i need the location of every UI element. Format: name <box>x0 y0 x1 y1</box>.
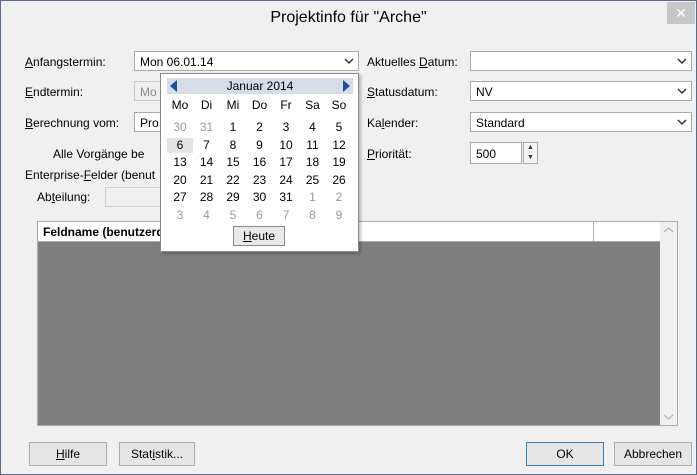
enterprise-fields-label: Enterprise-Felder (benut <box>25 168 156 182</box>
chevron-down-icon <box>677 58 687 65</box>
day-cell[interactable]: 30 <box>167 120 193 135</box>
priority-input[interactable]: 500 <box>470 142 522 164</box>
title-bar: Projektinfo für "Arche" ✕ <box>1 1 696 37</box>
end-date-label: Endtermin: <box>25 85 84 99</box>
day-cell[interactable]: 2 <box>326 190 352 205</box>
spin-up-icon[interactable]: ▲ <box>524 143 537 153</box>
day-cell[interactable]: 7 <box>194 138 220 153</box>
current-date-combo[interactable] <box>470 51 692 71</box>
day-cell[interactable]: 27 <box>167 190 193 205</box>
day-cell[interactable]: 19 <box>326 155 352 170</box>
day-cell[interactable]: 21 <box>194 173 220 188</box>
day-cell[interactable]: 9 <box>326 208 352 223</box>
cancel-button[interactable]: Abbrechen <box>614 442 692 466</box>
day-cell[interactable]: 31 <box>273 190 299 205</box>
day-cell[interactable]: 18 <box>300 155 326 170</box>
day-cell[interactable]: 7 <box>273 208 299 223</box>
chevron-down-icon <box>677 88 687 95</box>
day-cell[interactable]: 10 <box>273 138 299 153</box>
day-cell[interactable]: 22 <box>220 173 246 188</box>
column-divider <box>593 222 594 241</box>
chevron-down-icon <box>344 58 354 65</box>
day-cell[interactable]: 3 <box>167 208 193 223</box>
day-cell[interactable]: 24 <box>273 173 299 188</box>
calendar-value: Standard <box>476 116 525 130</box>
start-date-value: Mon 06.01.14 <box>140 55 214 69</box>
day-cell[interactable]: 5 <box>220 208 246 223</box>
status-date-combo[interactable]: NV <box>470 81 692 101</box>
calc-from-value: Pro <box>140 116 159 130</box>
day-cell[interactable]: 4 <box>300 120 326 135</box>
day-cell[interactable]: 1 <box>220 120 246 135</box>
day-cell[interactable]: 2 <box>247 120 273 135</box>
statistics-button[interactable]: Statistik... <box>119 442 195 466</box>
dialog-window: Projektinfo für "Arche" ✕ Anfangstermin:… <box>0 0 697 475</box>
day-cell[interactable]: 25 <box>300 173 326 188</box>
day-cell[interactable]: 8 <box>220 138 246 153</box>
day-cell[interactable]: 3 <box>273 120 299 135</box>
dialog-title: Projektinfo für "Arche" <box>270 9 427 26</box>
day-cell[interactable]: 23 <box>247 173 273 188</box>
priority-stepper[interactable]: ▲ ▼ <box>523 142 538 164</box>
weekday-label: So <box>331 98 347 112</box>
current-date-label: Aktuelles Datum: <box>367 55 458 69</box>
day-cell[interactable]: 6 <box>247 208 273 223</box>
start-date-label: Anfangstermin: <box>25 55 106 69</box>
status-date-label: Statusdatum: <box>367 85 438 99</box>
all-tasks-text: Alle Vorgänge be <box>53 147 145 161</box>
day-cell[interactable]: 1 <box>300 190 326 205</box>
spin-down-icon[interactable]: ▼ <box>524 153 537 163</box>
department-combo[interactable] <box>105 187 165 207</box>
date-picker-header: Januar 2014 <box>167 78 353 94</box>
scroll-down-icon[interactable] <box>663 413 674 421</box>
day-cell[interactable]: 15 <box>220 155 246 170</box>
ok-button[interactable]: OK <box>526 442 604 466</box>
calendar-label: Kalender: <box>367 116 419 130</box>
day-cell[interactable]: 11 <box>300 138 326 153</box>
weekday-label: Fr <box>280 98 292 112</box>
weekday-label: Mo <box>171 98 189 112</box>
day-cell[interactable]: 20 <box>167 173 193 188</box>
month-label[interactable]: Januar 2014 <box>167 79 353 93</box>
day-cell[interactable]: 4 <box>194 208 220 223</box>
day-cell[interactable]: 5 <box>326 120 352 135</box>
day-cell[interactable]: 12 <box>326 138 352 153</box>
close-button[interactable]: ✕ <box>667 2 695 24</box>
priority-value: 500 <box>476 147 497 161</box>
scroll-up-icon[interactable] <box>663 226 674 234</box>
weekday-label: Sa <box>305 98 320 112</box>
weekday-label: Mi <box>226 98 240 112</box>
help-button[interactable]: Hilfe <box>29 442 107 466</box>
day-cell[interactable]: 28 <box>194 190 220 205</box>
start-date-combo[interactable]: Mon 06.01.14 <box>134 51 359 71</box>
today-button[interactable]: Heute <box>233 226 285 246</box>
day-cell[interactable]: 31 <box>194 120 220 135</box>
chevron-down-icon <box>677 119 687 126</box>
weekday-label: Di <box>200 98 213 112</box>
end-date-value: Mo <box>140 85 157 99</box>
day-cell[interactable]: 30 <box>247 190 273 205</box>
date-picker-popup: Januar 2014 Mo Di Mi Do Fr Sa So 30 31 1 2 3 4 5 6 7 8 9… <box>160 73 359 252</box>
next-month-icon[interactable] <box>339 78 353 94</box>
calc-from-label: Berechnung vom: <box>25 116 120 130</box>
priority-label: Priorität: <box>367 147 412 161</box>
vertical-scrollbar[interactable] <box>660 222 677 425</box>
close-icon: ✕ <box>675 5 687 21</box>
status-date-value: NV <box>476 85 493 99</box>
day-cell[interactable]: 26 <box>326 173 352 188</box>
weekday-header: Mo Di Mi Do Fr Sa So <box>167 98 353 114</box>
day-cell[interactable]: 14 <box>194 155 220 170</box>
grid-col-fieldname[interactable]: Feldname (benutzerd <box>43 225 164 239</box>
day-cell[interactable]: 17 <box>273 155 299 170</box>
weekday-label: Do <box>251 98 268 112</box>
day-cell[interactable]: 16 <box>247 155 273 170</box>
selected-day[interactable]: 6 <box>167 137 193 153</box>
department-label: Abteilung: <box>37 190 91 204</box>
day-cell[interactable]: 13 <box>167 155 193 170</box>
day-cell[interactable]: 9 <box>247 138 273 153</box>
day-cell[interactable]: 29 <box>220 190 246 205</box>
day-cell[interactable]: 8 <box>300 208 326 223</box>
calendar-combo[interactable]: Standard <box>470 112 692 132</box>
